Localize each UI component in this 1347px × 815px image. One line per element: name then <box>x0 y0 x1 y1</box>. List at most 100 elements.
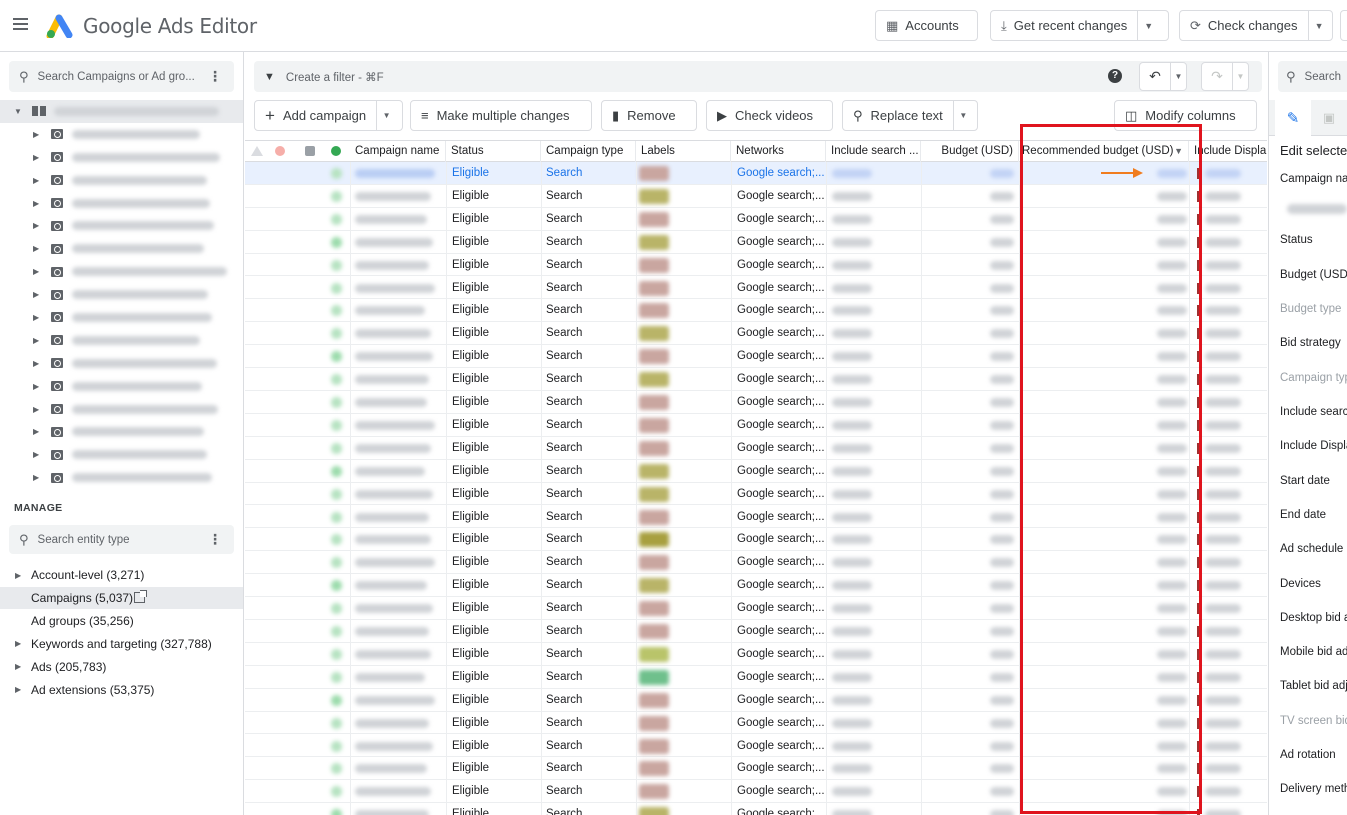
recommended-budget-cell[interactable] <box>1157 627 1187 636</box>
column-divider[interactable] <box>1019 162 1020 815</box>
table-row[interactable]: Eligible Search Google search;... <box>245 483 1267 506</box>
column-divider[interactable] <box>636 162 637 815</box>
include-display-cell[interactable] <box>1205 627 1241 636</box>
col-networks[interactable]: Networks <box>731 141 826 162</box>
tree-item-campaign[interactable]: ▶ <box>0 420 243 443</box>
label-chip[interactable] <box>639 578 669 594</box>
campaign-type-cell[interactable]: Search <box>546 506 582 528</box>
tree-item-campaign[interactable]: ▶ <box>0 375 243 398</box>
col-include-search[interactable]: Include search ... <box>826 141 921 162</box>
campaign-type-cell[interactable]: Search <box>546 368 582 390</box>
status-cell[interactable]: Eligible <box>452 506 489 528</box>
recommended-budget-cell[interactable] <box>1157 581 1187 591</box>
recommended-budget-cell[interactable] <box>1157 214 1187 224</box>
recommended-budget-cell[interactable] <box>1157 764 1187 774</box>
table-row[interactable]: Eligible Search Google search;... <box>245 345 1267 369</box>
chevron-down-icon[interactable]: ▼ <box>1170 63 1186 90</box>
edit-tab[interactable]: ✎ <box>1275 100 1311 136</box>
chevron-right-icon[interactable]: ▶ <box>33 221 39 230</box>
campaign-type-cell[interactable]: Search <box>546 528 582 550</box>
chevron-right-icon[interactable]: ▶ <box>33 450 39 459</box>
chevron-right-icon[interactable]: ▶ <box>15 639 21 648</box>
campaign-type-cell[interactable]: Search <box>546 780 582 802</box>
include-display-cell[interactable] <box>1205 810 1241 815</box>
include-search-cell[interactable] <box>832 695 872 705</box>
networks-cell[interactable]: Google search;... <box>737 666 825 688</box>
include-display-cell[interactable] <box>1205 214 1241 224</box>
include-display-cell[interactable] <box>1205 787 1241 797</box>
status-cell[interactable]: Eligible <box>452 414 489 436</box>
networks-cell[interactable]: Google search;... <box>737 162 825 184</box>
status-cell[interactable]: Eligible <box>452 208 489 230</box>
label-chip[interactable] <box>639 669 669 685</box>
include-display-cell[interactable] <box>1205 741 1241 751</box>
tree-item-campaign[interactable]: ▶ <box>0 466 243 486</box>
campaign-name-cell[interactable] <box>355 169 435 178</box>
budget-cell[interactable] <box>990 718 1014 728</box>
remove-button[interactable]: ▮ Remove <box>601 100 697 131</box>
menu-icon[interactable] <box>13 18 28 30</box>
networks-cell[interactable]: Google search;... <box>737 551 825 573</box>
column-divider[interactable] <box>731 162 732 815</box>
networks-cell[interactable]: Google search;... <box>737 277 825 299</box>
chevron-right-icon[interactable]: ▶ <box>33 267 39 276</box>
recommended-budget-cell[interactable] <box>1157 810 1187 815</box>
status-cell[interactable]: Eligible <box>452 666 489 688</box>
table-row[interactable]: Eligible Search Google search;... <box>245 277 1267 300</box>
budget-cell[interactable] <box>990 466 1014 476</box>
campaign-name-cell[interactable] <box>355 741 433 751</box>
status-cell[interactable]: Eligible <box>452 712 489 734</box>
networks-cell[interactable]: Google search;... <box>737 483 825 505</box>
recommended-budget-cell[interactable] <box>1157 237 1187 247</box>
include-search-cell[interactable] <box>832 191 872 201</box>
recommended-budget-cell[interactable] <box>1157 352 1187 362</box>
networks-cell[interactable]: Google search;... <box>737 345 825 367</box>
campaign-type-cell[interactable]: Search <box>546 414 582 436</box>
tree-item-campaign[interactable]: ▶ <box>0 123 243 146</box>
recommended-budget-cell[interactable] <box>1157 466 1187 476</box>
campaign-type-cell[interactable]: Search <box>546 277 582 299</box>
budget-cell[interactable] <box>990 169 1014 178</box>
status-cell[interactable]: Eligible <box>452 391 489 413</box>
label-chip[interactable] <box>639 440 669 456</box>
campaign-name-cell[interactable] <box>355 649 431 659</box>
include-search-cell[interactable] <box>832 329 872 339</box>
label-chip[interactable] <box>639 303 669 319</box>
chevron-down-icon[interactable]: ▼ <box>376 101 396 130</box>
entity-item[interactable]: ▶ Keywords and targeting (327,788) <box>0 633 243 655</box>
label-chip[interactable] <box>639 349 669 365</box>
include-display-cell[interactable] <box>1205 581 1241 591</box>
col-recommended-budget[interactable]: Recommended budget (USD) ▼ <box>1019 141 1189 162</box>
networks-cell[interactable]: Google search;... <box>737 735 825 757</box>
budget-cell[interactable] <box>990 741 1014 751</box>
campaign-type-cell[interactable]: Search <box>546 803 582 815</box>
table-row[interactable]: Eligible Search Google search;... <box>245 643 1267 666</box>
chevron-right-icon[interactable]: ▶ <box>33 427 39 436</box>
recommended-budget-cell[interactable] <box>1157 443 1187 453</box>
table-row[interactable]: Eligible Search Google search;... <box>245 185 1267 208</box>
recommended-budget-cell[interactable] <box>1157 512 1187 522</box>
budget-cell[interactable] <box>990 604 1014 614</box>
networks-cell[interactable]: Google search;... <box>737 780 825 802</box>
recommended-budget-cell[interactable] <box>1157 375 1187 385</box>
col-budget[interactable]: Budget (USD) <box>921 141 1019 162</box>
campaign-name-cell[interactable] <box>355 810 429 815</box>
include-search-cell[interactable] <box>832 604 872 614</box>
networks-cell[interactable]: Google search;... <box>737 185 825 207</box>
campaign-name-cell[interactable] <box>355 283 435 293</box>
campaign-name-cell[interactable] <box>355 398 427 407</box>
status-cell[interactable]: Eligible <box>452 437 489 459</box>
chevron-right-icon[interactable]: ▶ <box>33 199 39 208</box>
label-chip[interactable] <box>639 166 669 181</box>
include-display-cell[interactable] <box>1205 443 1241 453</box>
table-row[interactable]: Eligible Search Google search;... <box>245 391 1267 414</box>
include-display-cell[interactable] <box>1205 329 1241 339</box>
include-search-cell[interactable] <box>832 489 872 499</box>
include-search-cell[interactable] <box>832 420 872 430</box>
networks-cell[interactable]: Google search;... <box>737 643 825 665</box>
label-chip[interactable] <box>639 692 669 708</box>
table-row[interactable]: Eligible Search Google search;... <box>245 460 1267 483</box>
include-search-cell[interactable] <box>832 169 872 178</box>
entity-item[interactable]: ▶ Account-level (3,271) <box>0 564 243 586</box>
tree-item-campaign[interactable]: ▶ <box>0 214 243 237</box>
